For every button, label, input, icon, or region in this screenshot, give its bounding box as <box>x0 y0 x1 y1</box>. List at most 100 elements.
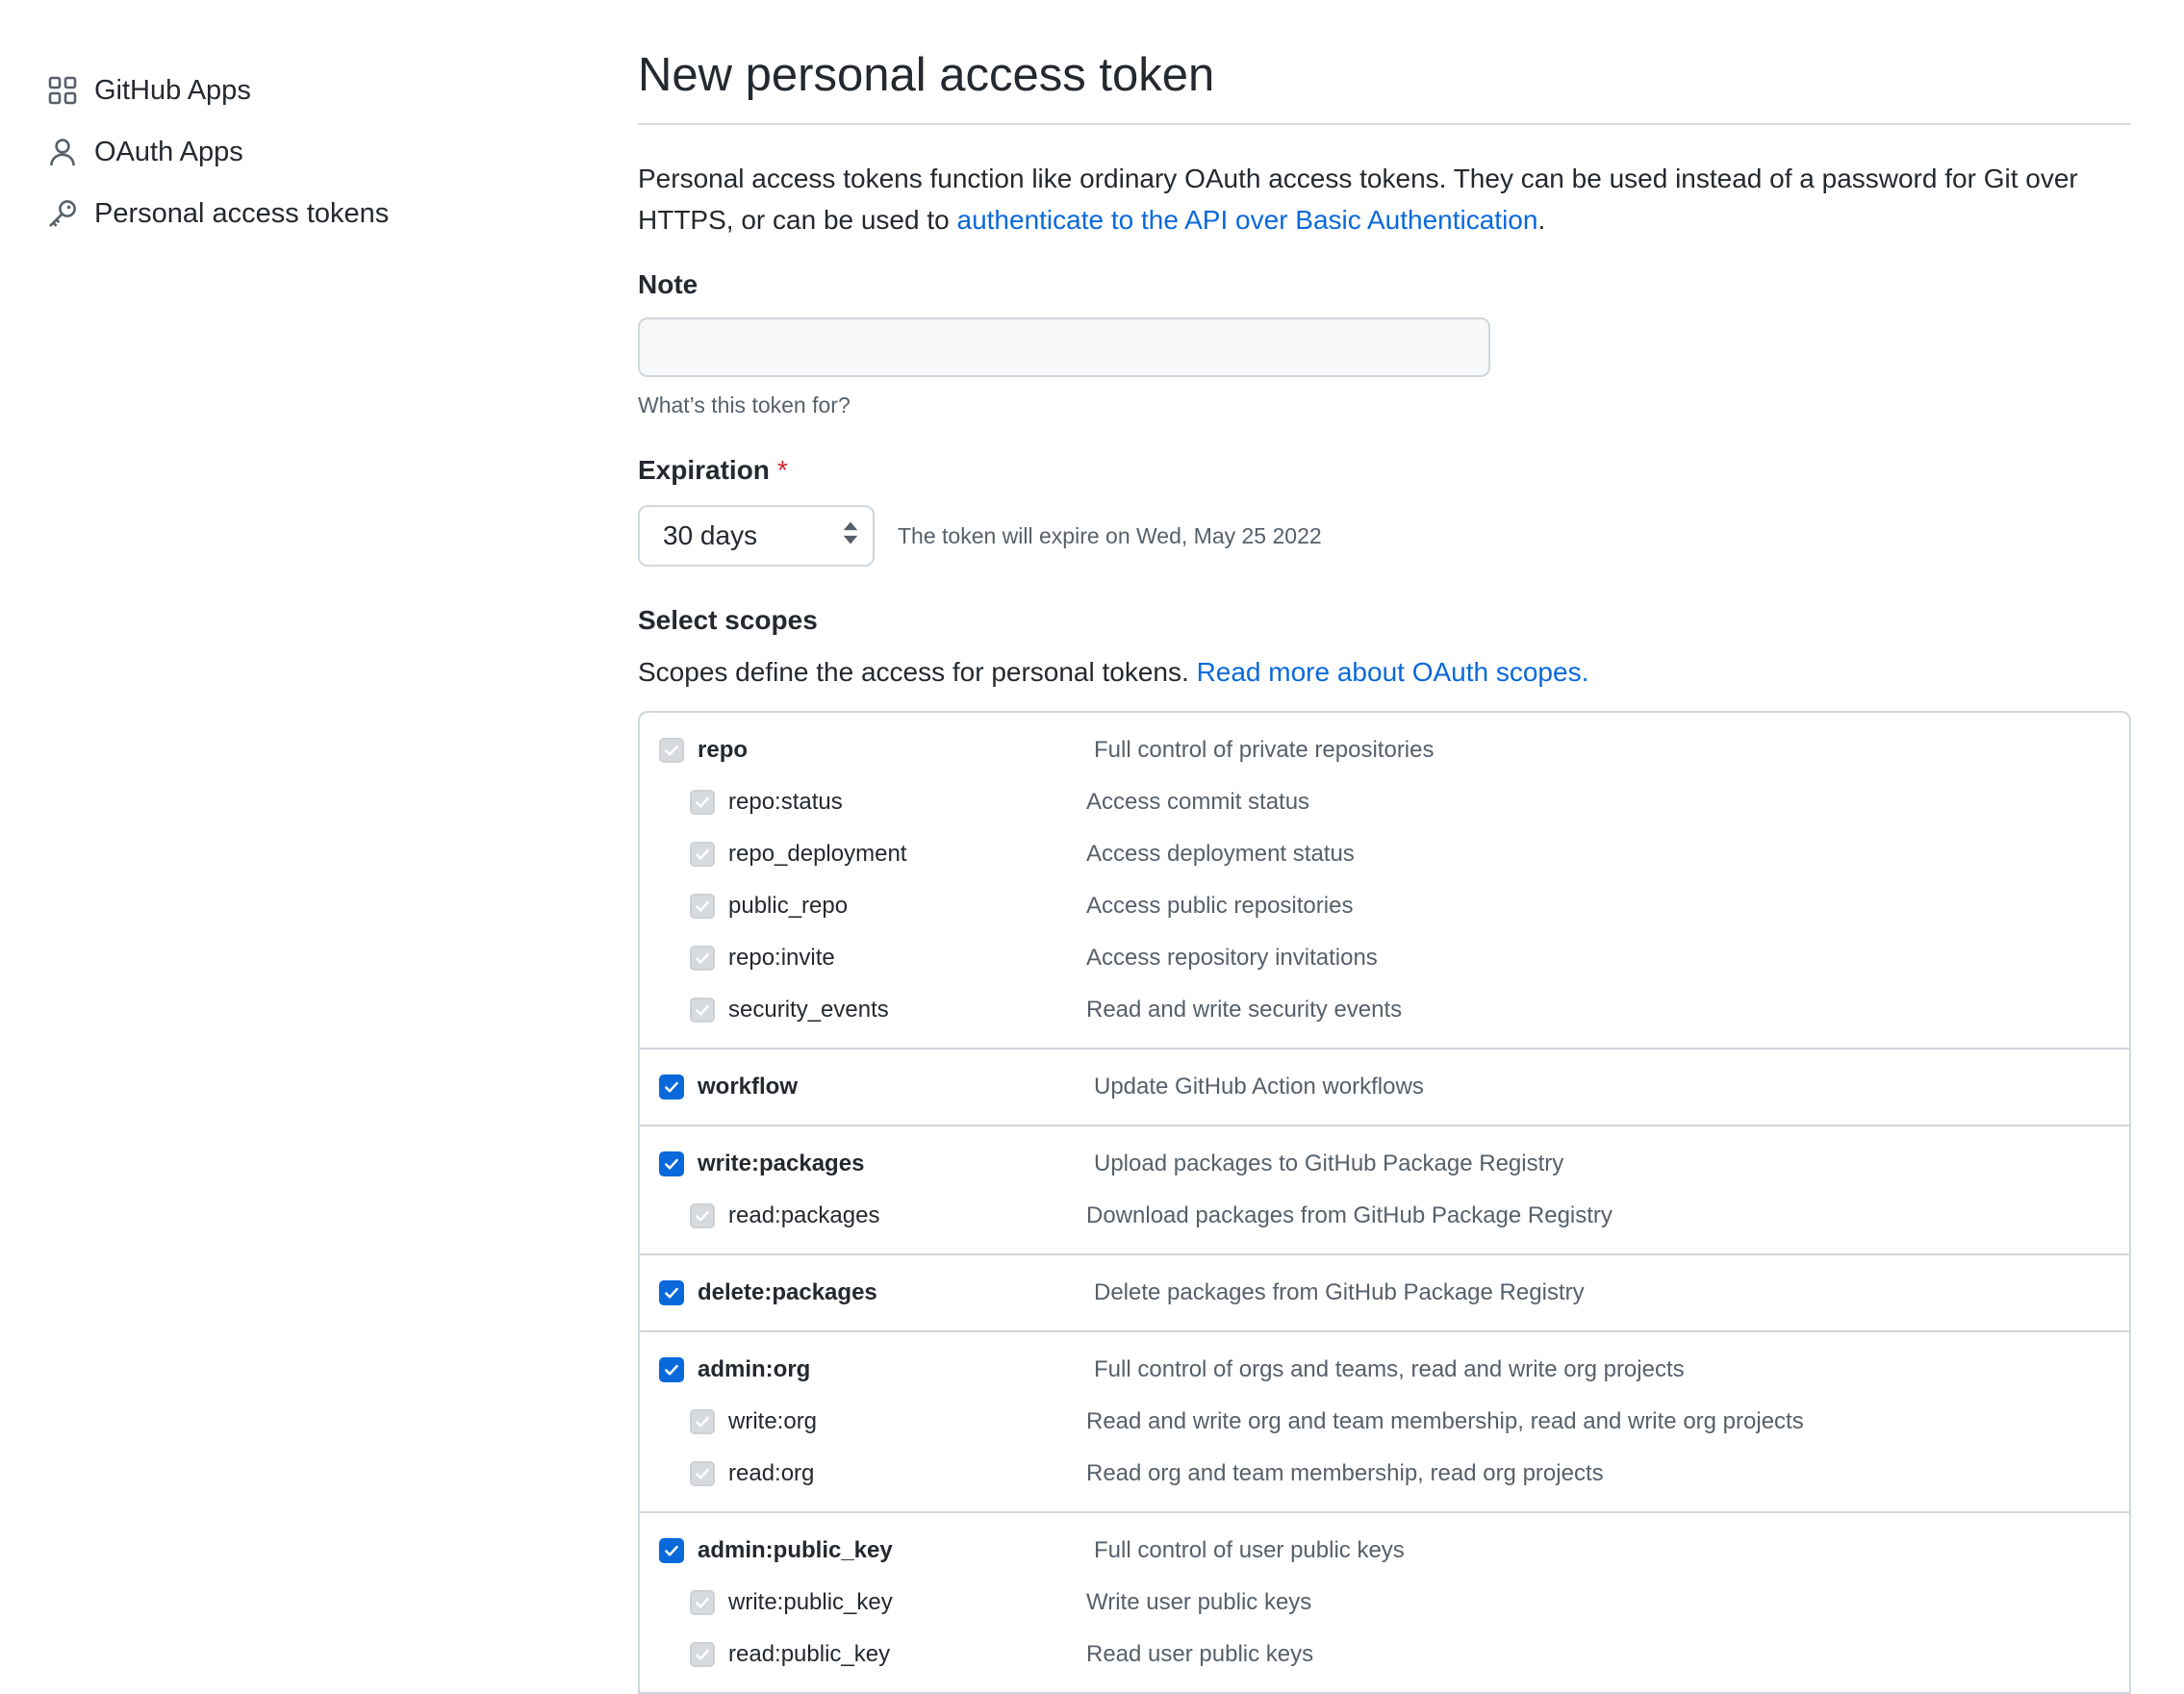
scope-name: repo:status <box>728 789 843 815</box>
expiration-row: 30 days The token will expire on Wed, Ma… <box>638 505 2131 567</box>
scope-row-read-org: read:org Read org and team membership, re… <box>640 1448 2129 1500</box>
scopes-table: repo Full control of private repositories… <box>638 711 2131 1694</box>
scope-description: Download packages from GitHub Package Re… <box>1086 1202 1613 1228</box>
intro-end: . <box>1537 205 1546 235</box>
scope-name: read:org <box>728 1460 815 1486</box>
scope-description: Access deployment status <box>1086 841 1355 867</box>
scope-description: Access repository invitations <box>1086 945 1378 971</box>
scope-group: delete:packages Delete packages from GitH… <box>640 1255 2129 1332</box>
checkmark-icon <box>665 1364 678 1376</box>
scope-row-workflow: workflow Update GitHub Action workflows <box>640 1061 2129 1113</box>
note-input[interactable] <box>638 317 1490 377</box>
scope-row-repo-invite: repo:invite Access repository invitations <box>640 932 2129 984</box>
checkmark-icon <box>665 1287 678 1299</box>
scope-row-write-packages: write:packages Upload packages to GitHub … <box>640 1138 2129 1190</box>
checkmark-icon <box>696 900 709 912</box>
checkmark-icon <box>665 1158 678 1170</box>
scope-group: admin:public_key Full control of user pub… <box>640 1513 2129 1694</box>
scope-description: Read and write security events <box>1086 997 1403 1023</box>
scope-checkbox-read-public-key <box>690 1642 715 1667</box>
scope-name: repo:invite <box>728 945 835 971</box>
checkmark-icon <box>696 1649 709 1660</box>
note-label: Note <box>638 269 698 299</box>
scope-checkbox-write-org <box>690 1409 715 1434</box>
basic-auth-link[interactable]: authenticate to the API over Basic Authe… <box>957 205 1538 235</box>
sidebar-item-label: GitHub Apps <box>94 74 251 106</box>
scope-name: read:packages <box>728 1202 880 1228</box>
scope-row-delete-packages: delete:packages Delete packages from GitH… <box>640 1267 2129 1319</box>
sidebar-item-label: OAuth Apps <box>94 136 243 167</box>
expiration-label: Expiration * <box>638 455 2131 486</box>
scope-group: admin:org Full control of orgs and teams,… <box>640 1332 2129 1513</box>
scope-description: Read user public keys <box>1086 1641 1314 1667</box>
settings-sidebar: GitHub Apps OAuth Apps Personal access t… <box>46 60 585 244</box>
scope-checkbox-workflow[interactable] <box>659 1075 684 1100</box>
scope-description: Read org and team membership, read org p… <box>1086 1460 1604 1486</box>
sidebar-item-label: Personal access tokens <box>94 197 390 229</box>
scope-checkbox-admin-public-key[interactable] <box>659 1538 684 1563</box>
sidebar-item-personal-access-tokens[interactable]: Personal access tokens <box>46 183 585 244</box>
scope-description: Update GitHub Action workflows <box>1094 1074 1424 1100</box>
required-indicator: * <box>776 455 788 485</box>
scope-checkbox-repo-deployment <box>690 842 715 867</box>
checkmark-icon <box>696 1597 709 1608</box>
scope-row-repo: repo Full control of private repositories <box>640 724 2129 776</box>
scope-checkbox-read-org <box>690 1461 715 1486</box>
checkmark-icon <box>696 1468 709 1479</box>
scope-row-repo-status: repo:status Access commit status <box>640 776 2129 828</box>
scope-checkbox-security-events <box>690 998 715 1023</box>
apps-grid-icon <box>46 74 79 107</box>
scope-group: repo Full control of private repositories… <box>640 713 2129 1049</box>
sidebar-item-oauth-apps[interactable]: OAuth Apps <box>46 121 585 183</box>
scope-description: Upload packages to GitHub Package Regist… <box>1094 1150 1564 1176</box>
scope-checkbox-read-packages <box>690 1203 715 1228</box>
scope-row-read-public-key: read:public_key Read user public keys <box>640 1629 2129 1681</box>
page-title: New personal access token <box>638 49 1215 101</box>
scope-name: workflow <box>698 1074 799 1100</box>
scope-name: read:public_key <box>728 1641 891 1667</box>
scope-name: write:public_key <box>728 1589 893 1615</box>
checkmark-icon <box>696 1416 709 1428</box>
key-icon <box>46 197 79 230</box>
scope-row-admin-public-key: admin:public_key Full control of user pub… <box>640 1525 2129 1577</box>
scopes-desc-text: Scopes define the access for personal to… <box>638 657 1197 687</box>
scope-name: admin:org <box>698 1356 811 1382</box>
scopes-label: Select scopes <box>638 605 818 635</box>
scope-checkbox-write-packages[interactable] <box>659 1151 684 1176</box>
scope-row-security-events: security_events Read and write security e… <box>640 984 2129 1036</box>
checkmark-icon <box>696 848 709 860</box>
scope-description: Delete packages from GitHub Package Regi… <box>1094 1279 1585 1305</box>
scopes-description: Scopes define the access for personal to… <box>638 657 2131 688</box>
scope-checkbox-delete-packages[interactable] <box>659 1280 684 1305</box>
checkmark-icon <box>665 1545 678 1556</box>
scope-checkbox-admin-org[interactable] <box>659 1357 684 1382</box>
scope-name: write:org <box>728 1408 818 1434</box>
scope-description: Full control of orgs and teams, read and… <box>1094 1356 1685 1382</box>
expiration-selected-value: 30 days <box>663 520 758 550</box>
scope-name: repo_deployment <box>728 841 907 867</box>
select-arrows-icon <box>842 520 859 552</box>
expiration-label-text: Expiration <box>638 455 770 485</box>
checkmark-icon <box>696 952 709 964</box>
scope-row-write-public-key: write:public_key Write user public keys <box>640 1577 2129 1629</box>
sidebar-item-github-apps[interactable]: GitHub Apps <box>46 60 585 121</box>
title-divider <box>638 123 2131 125</box>
scope-checkbox-repo-invite <box>690 946 715 971</box>
scope-description: Access commit status <box>1086 789 1310 815</box>
oauth-scopes-link[interactable]: Read more about OAuth scopes. <box>1197 657 1589 687</box>
scope-description: Write user public keys <box>1086 1589 1312 1615</box>
scope-checkbox-repo <box>659 738 684 763</box>
scope-row-public-repo: public_repo Access public repositories <box>640 880 2129 932</box>
scope-name: repo <box>698 737 749 763</box>
main-content: New personal access token Personal acces… <box>638 40 2131 688</box>
scope-row-repo-deployment: repo_deployment Access deployment status <box>640 828 2129 880</box>
intro-paragraph: Personal access tokens function like ord… <box>638 158 2131 240</box>
scope-row-write-org: write:org Read and write org and team mem… <box>640 1396 2129 1448</box>
scope-name: delete:packages <box>698 1279 877 1305</box>
person-icon <box>46 136 79 168</box>
scope-name: admin:public_key <box>698 1537 893 1563</box>
checkmark-icon <box>696 1004 709 1016</box>
expiration-select[interactable]: 30 days <box>638 505 875 567</box>
checkmark-icon <box>665 745 678 756</box>
scope-description: Full control of private repositories <box>1094 737 1435 763</box>
